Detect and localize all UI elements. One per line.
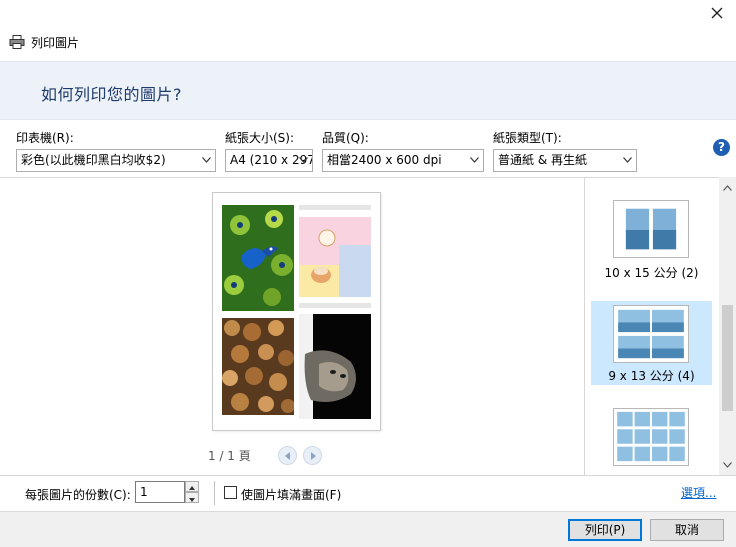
quality-select[interactable]: 相當2400 x 600 dpi bbox=[322, 149, 484, 172]
photo-cartoon bbox=[299, 205, 371, 311]
fill-frame-checkbox[interactable] bbox=[224, 486, 237, 499]
close-icon[interactable] bbox=[708, 4, 726, 22]
quality-label: 品質(Q): bbox=[322, 131, 369, 145]
copies-decrement-button[interactable] bbox=[185, 492, 199, 503]
photo-peacock bbox=[222, 205, 294, 311]
chevron-left-icon bbox=[284, 451, 290, 460]
quality-select-value: 相當2400 x 600 dpi bbox=[327, 153, 442, 167]
paper-size-select[interactable]: A4 (210 x 297 bbox=[225, 149, 313, 172]
printer-select[interactable]: 彩色(以此機印黑白均收$2) bbox=[16, 149, 216, 172]
prev-page-button[interactable] bbox=[278, 446, 297, 465]
scrollbar-thumb[interactable] bbox=[722, 305, 733, 411]
layout-list: 10 x 15 公分 (2) 9 x 13 公分 (4) bbox=[585, 177, 736, 475]
layout-caption: 10 x 15 公分 (2) bbox=[604, 266, 699, 280]
scroll-down-icon[interactable] bbox=[723, 462, 732, 468]
paper-type-select[interactable]: 普通紙 & 再生紙 bbox=[493, 149, 637, 172]
chevron-down-icon bbox=[470, 157, 479, 163]
page-heading: 如何列印您的圖片? bbox=[41, 85, 182, 104]
options-link[interactable]: 選項... bbox=[681, 484, 716, 501]
paper-size-label: 紙張大小(S): bbox=[225, 131, 295, 145]
layout-thumbnail bbox=[613, 408, 689, 466]
title-bar: 列印圖片 bbox=[9, 33, 79, 51]
chevron-down-icon bbox=[189, 498, 195, 502]
photo-cat bbox=[299, 314, 371, 419]
chevron-down-icon bbox=[623, 157, 632, 163]
print-button[interactable]: 列印(P) bbox=[568, 519, 642, 541]
copies-increment-button[interactable] bbox=[185, 481, 199, 492]
page-counter: 1 / 1 頁 bbox=[208, 449, 251, 463]
window-title: 列印圖片 bbox=[31, 35, 80, 50]
header-banner: 如何列印您的圖片? bbox=[0, 61, 736, 120]
next-page-button[interactable] bbox=[303, 446, 322, 465]
paper-type-label: 紙張類型(T): bbox=[493, 131, 562, 145]
layout-thumbnail bbox=[613, 305, 689, 363]
scroll-up-icon[interactable] bbox=[723, 185, 732, 191]
fill-frame-label[interactable]: 使圖片填滿畫面(F) bbox=[241, 486, 341, 503]
chevron-down-icon bbox=[299, 157, 308, 163]
layout-option-9x13[interactable]: 9 x 13 公分 (4) bbox=[591, 301, 712, 385]
copies-input[interactable]: 1 bbox=[135, 481, 185, 503]
cancel-button[interactable]: 取消 bbox=[650, 519, 724, 541]
paper-type-select-value: 普通紙 & 再生紙 bbox=[498, 153, 587, 167]
printer-label: 印表機(R): bbox=[16, 131, 74, 145]
printer-icon bbox=[9, 35, 25, 49]
layout-caption: 9 x 13 公分 (4) bbox=[608, 369, 695, 383]
layout-option-10x15[interactable]: 10 x 15 公分 (2) bbox=[591, 200, 712, 284]
page-preview bbox=[212, 192, 381, 431]
help-icon[interactable]: ? bbox=[713, 139, 730, 156]
chevron-down-icon bbox=[202, 157, 211, 163]
copies-label: 每張圖片的份數(C): bbox=[25, 488, 131, 502]
layout-scrollbar[interactable] bbox=[719, 177, 736, 475]
photo-coins bbox=[222, 318, 294, 415]
printer-select-value: 彩色(以此機印黑白均收$2) bbox=[21, 153, 166, 167]
chevron-right-icon bbox=[310, 451, 316, 460]
divider bbox=[214, 481, 215, 505]
layout-thumbnail bbox=[613, 200, 689, 258]
